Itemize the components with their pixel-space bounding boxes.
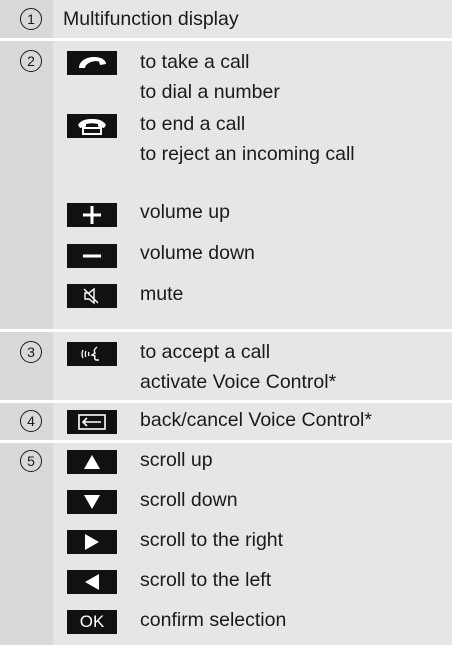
ok-button-icon: OK	[67, 610, 117, 634]
scroll-left-label: scroll to the left	[140, 569, 272, 591]
scroll-right-label: scroll to the right	[140, 529, 284, 551]
row-title: Multifunction display	[63, 8, 239, 30]
row-divider	[0, 400, 452, 403]
phone-hangup-line-1: to end a call	[140, 113, 246, 135]
triangle-up-icon	[67, 450, 117, 474]
phone-pickup-icon	[67, 51, 117, 75]
volume-down-label: volume down	[140, 242, 255, 264]
row-2: 2 to take a call to dial a number to end…	[0, 41, 452, 329]
triangle-right-icon	[67, 530, 117, 554]
plus-icon	[67, 203, 117, 227]
phone-pickup-line-2: to dial a number	[140, 81, 280, 103]
item-number-2: 2	[20, 50, 42, 72]
ok-button-label: OK	[79, 612, 105, 631]
back-cancel-label: back/cancel Voice Control*	[140, 409, 372, 431]
row-5-number-cell	[0, 443, 53, 645]
voice-line-1: to accept a call	[140, 341, 271, 363]
confirm-selection-label: confirm selection	[140, 609, 287, 631]
item-number-5: 5	[20, 450, 42, 472]
triangle-left-icon	[67, 570, 117, 594]
voice-line-2: activate Voice Control*	[140, 371, 337, 393]
triangle-down-icon	[67, 490, 117, 514]
row-2-number-cell	[0, 41, 53, 329]
phone-hangup-line-2: to reject an incoming call	[140, 143, 355, 165]
item-number-3: 3	[20, 341, 42, 363]
item-number-1: 1	[20, 8, 42, 30]
phone-pickup-line-1: to take a call	[140, 51, 250, 73]
row-3: 3 to accept a call activate Voice Contro…	[0, 332, 452, 400]
row-divider	[0, 440, 452, 443]
minus-icon	[67, 244, 117, 268]
back-arrow-icon	[67, 410, 117, 434]
scroll-up-label: scroll up	[140, 449, 213, 471]
volume-up-label: volume up	[140, 201, 230, 223]
item-number-4: 4	[20, 410, 42, 432]
mute-label: mute	[140, 283, 184, 305]
row-1: 1 Multifunction display	[0, 0, 452, 38]
scroll-down-label: scroll down	[140, 489, 238, 511]
phone-hangup-icon	[67, 114, 117, 138]
function-table: 1 Multifunction display 2 to take a call…	[0, 0, 452, 645]
row-5: 5 scroll up scroll down scroll to the ri…	[0, 443, 452, 645]
mute-speaker-icon	[67, 284, 117, 308]
voice-control-icon	[67, 342, 117, 366]
row-4: 4 back/cancel Voice Control*	[0, 403, 452, 440]
row-divider	[0, 329, 452, 332]
row-divider	[0, 38, 452, 41]
